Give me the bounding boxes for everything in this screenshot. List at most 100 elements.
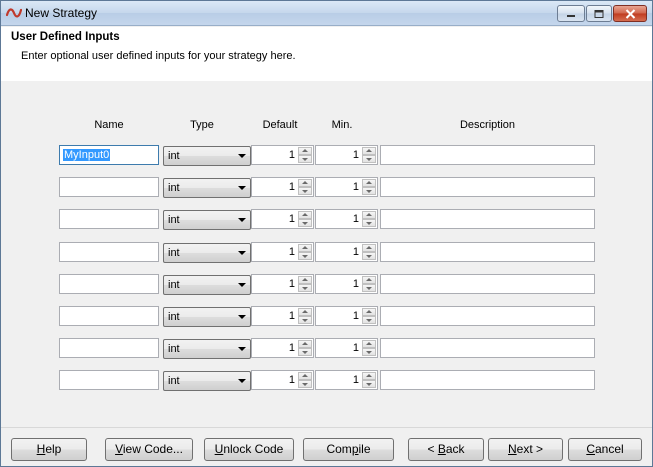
description-input[interactable] (380, 338, 595, 358)
title-bar[interactable]: New Strategy (1, 1, 652, 26)
spin-up-icon[interactable] (362, 276, 376, 284)
default-spinner[interactable]: 1 (251, 370, 314, 390)
spin-up-icon[interactable] (362, 308, 376, 316)
description-input[interactable] (380, 306, 595, 326)
min-spinner[interactable]: 1 (315, 242, 378, 262)
spin-up-icon[interactable] (362, 179, 376, 187)
spin-up-icon[interactable] (362, 372, 376, 380)
spin-up-icon[interactable] (298, 211, 312, 219)
spin-up-icon[interactable] (362, 147, 376, 155)
spin-down-icon[interactable] (362, 284, 376, 292)
column-header-type: Type (190, 119, 214, 131)
description-input[interactable] (380, 145, 595, 165)
min-spinner[interactable]: 1 (315, 306, 378, 326)
min-value: 1 (352, 310, 359, 322)
description-input[interactable] (380, 209, 595, 229)
default-spinner[interactable]: 1 (251, 242, 314, 262)
name-input[interactable] (59, 177, 159, 197)
type-dropdown[interactable]: int (163, 307, 251, 327)
name-input[interactable] (59, 209, 159, 229)
next-button[interactable]: Next > (488, 438, 563, 461)
min-value: 1 (352, 374, 359, 386)
spin-up-icon[interactable] (362, 211, 376, 219)
description-input[interactable] (380, 177, 595, 197)
maximize-icon (594, 9, 604, 18)
spin-down-icon[interactable] (298, 187, 312, 195)
type-dropdown[interactable]: int (163, 275, 251, 295)
description-input[interactable] (380, 274, 595, 294)
name-value: MyInput0 (63, 149, 111, 161)
name-input[interactable] (59, 306, 159, 326)
spin-down-icon[interactable] (362, 316, 376, 324)
default-spinner[interactable]: 1 (251, 274, 314, 294)
type-value: int (168, 214, 180, 226)
default-spinner[interactable]: 1 (251, 338, 314, 358)
spin-down-icon[interactable] (298, 252, 312, 260)
maximize-button[interactable] (586, 5, 612, 22)
spin-up-icon[interactable] (298, 147, 312, 155)
spin-down-icon[interactable] (362, 348, 376, 356)
spin-up-icon[interactable] (298, 308, 312, 316)
strategy-wave-icon (6, 8, 22, 18)
min-spinner[interactable]: 1 (315, 177, 378, 197)
spin-down-icon[interactable] (362, 252, 376, 260)
page-subtitle: Enter optional user defined inputs for y… (21, 50, 296, 62)
default-spinner[interactable]: 1 (251, 145, 314, 165)
spin-down-icon[interactable] (362, 380, 376, 388)
spin-down-icon[interactable] (298, 380, 312, 388)
spin-down-icon[interactable] (362, 187, 376, 195)
spin-down-icon[interactable] (298, 219, 312, 227)
spin-up-icon[interactable] (362, 244, 376, 252)
minimize-button[interactable] (557, 5, 585, 22)
default-spinner[interactable]: 1 (251, 209, 314, 229)
help-button[interactable]: Help (11, 438, 87, 461)
view-code-button[interactable]: View Code... (105, 438, 193, 461)
new-strategy-window: New Strategy User Defined Inputs Enter o… (0, 0, 653, 467)
type-dropdown[interactable]: int (163, 371, 251, 391)
min-value: 1 (352, 342, 359, 354)
name-input[interactable]: MyInput0 (59, 145, 159, 165)
spin-up-icon[interactable] (298, 340, 312, 348)
name-input[interactable] (59, 274, 159, 294)
default-spinner[interactable]: 1 (251, 306, 314, 326)
back-button[interactable]: < Back (408, 438, 484, 461)
type-dropdown[interactable]: int (163, 146, 251, 166)
default-value: 1 (288, 374, 295, 386)
spin-down-icon[interactable] (362, 155, 376, 163)
spin-up-icon[interactable] (362, 340, 376, 348)
footer-divider (1, 427, 652, 428)
spin-up-icon[interactable] (298, 372, 312, 380)
spin-up-icon[interactable] (298, 276, 312, 284)
min-spinner[interactable]: 1 (315, 338, 378, 358)
spin-down-icon[interactable] (298, 316, 312, 324)
description-input[interactable] (380, 370, 595, 390)
spin-up-icon[interactable] (298, 244, 312, 252)
type-dropdown[interactable]: int (163, 210, 251, 230)
chevron-down-icon (238, 283, 246, 287)
description-input[interactable] (380, 242, 595, 262)
chevron-down-icon (238, 347, 246, 351)
type-dropdown[interactable]: int (163, 243, 251, 263)
min-spinner[interactable]: 1 (315, 209, 378, 229)
close-button[interactable] (613, 5, 647, 22)
spin-down-icon[interactable] (362, 219, 376, 227)
spin-up-icon[interactable] (298, 179, 312, 187)
cancel-button[interactable]: Cancel (568, 438, 642, 461)
name-input[interactable] (59, 370, 159, 390)
default-spinner[interactable]: 1 (251, 177, 314, 197)
name-input[interactable] (59, 242, 159, 262)
type-value: int (168, 279, 180, 291)
name-input[interactable] (59, 338, 159, 358)
type-dropdown[interactable]: int (163, 339, 251, 359)
chevron-down-icon (238, 218, 246, 222)
type-dropdown[interactable]: int (163, 178, 251, 198)
min-spinner[interactable]: 1 (315, 274, 378, 294)
spin-down-icon[interactable] (298, 348, 312, 356)
unlock-code-button[interactable]: Unlock Code (204, 438, 294, 461)
min-spinner[interactable]: 1 (315, 145, 378, 165)
type-value: int (168, 182, 180, 194)
spin-down-icon[interactable] (298, 284, 312, 292)
spin-down-icon[interactable] (298, 155, 312, 163)
min-spinner[interactable]: 1 (315, 370, 378, 390)
compile-button[interactable]: Compile (303, 438, 394, 461)
